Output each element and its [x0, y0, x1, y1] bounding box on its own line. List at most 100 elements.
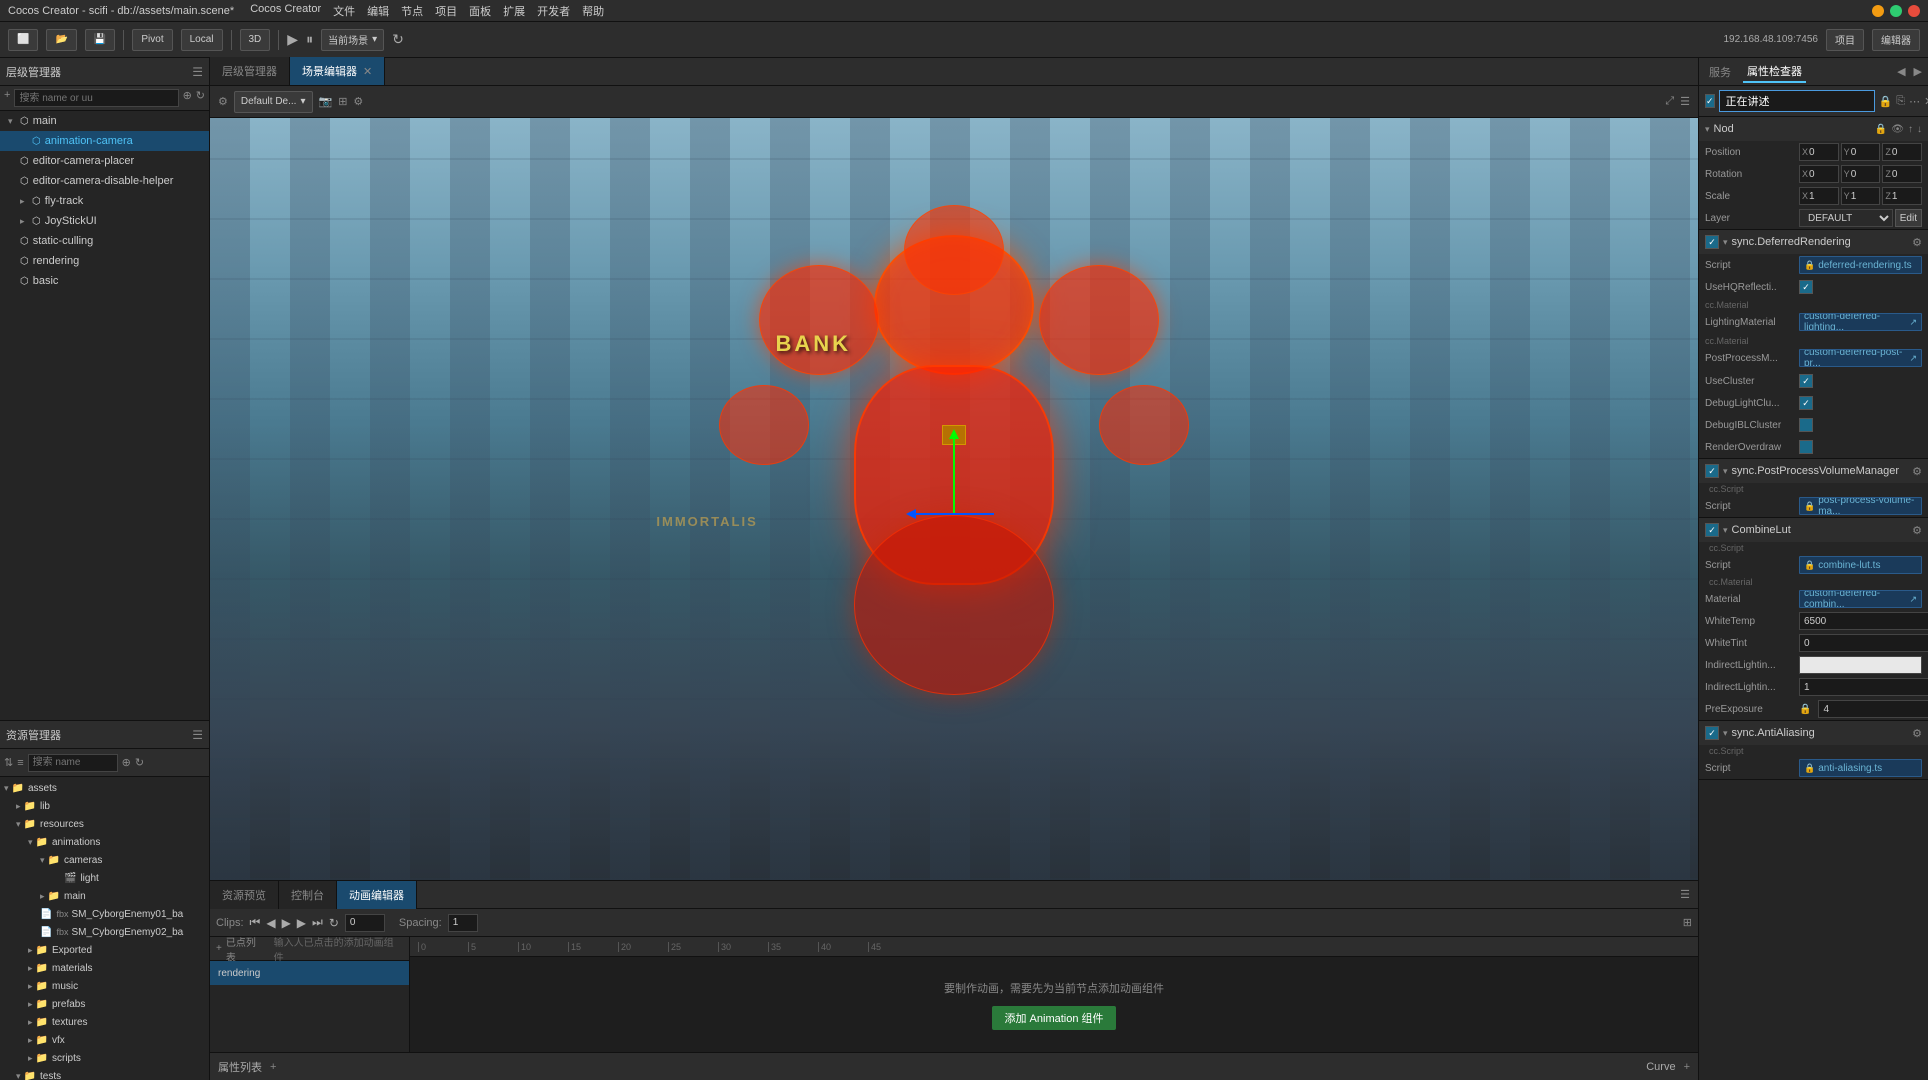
- menu-extend[interactable]: 扩展: [503, 3, 525, 19]
- menu-file[interactable]: 文件: [333, 3, 355, 19]
- rot-y-field[interactable]: Y 0: [1841, 165, 1881, 183]
- link-icon[interactable]: ↗: [1909, 317, 1917, 328]
- gizmo-icon[interactable]: ⚙: [353, 95, 363, 108]
- menu-node[interactable]: 节点: [401, 3, 423, 19]
- add-curve-icon[interactable]: +: [1684, 1061, 1690, 1073]
- maximize-button[interactable]: [1890, 5, 1902, 17]
- section-enable-checkbox[interactable]: [1705, 523, 1719, 537]
- right-arrow-icon[interactable]: ▶: [1914, 65, 1922, 78]
- y-value[interactable]: 0: [1851, 169, 1857, 180]
- use-cluster-checkbox[interactable]: [1799, 374, 1813, 388]
- section-enable-checkbox[interactable]: [1705, 726, 1719, 740]
- asset-assets[interactable]: ▾ 📁 assets: [0, 779, 209, 797]
- section-combine-header[interactable]: ▾ CombineLut ⚙: [1699, 518, 1928, 542]
- grid-icon[interactable]: ⊞: [338, 95, 347, 108]
- gear-icon[interactable]: ⚙: [1912, 727, 1922, 740]
- section-node-header[interactable]: ▾ Nod 🔒 👁 ↑ ↓: [1699, 117, 1928, 141]
- white-temp-input[interactable]: [1799, 612, 1928, 630]
- tree-node-static-culling[interactable]: ⬡ static-culling: [0, 231, 209, 251]
- panel-settings-icon[interactable]: ☰: [1680, 95, 1690, 108]
- rot-x-field[interactable]: X 0: [1799, 165, 1839, 183]
- expand-icon[interactable]: ⤢: [1665, 95, 1674, 108]
- hierarchy-refresh[interactable]: ↻: [196, 89, 205, 107]
- anim-step-forward[interactable]: ⏭: [312, 915, 323, 930]
- scale-x-field[interactable]: X 1: [1799, 187, 1839, 205]
- hierarchy-search[interactable]: [14, 89, 178, 107]
- pause-button[interactable]: ⏸: [306, 31, 313, 48]
- z-value[interactable]: 1: [1892, 191, 1898, 202]
- post-process-ref[interactable]: custom-deferred-post-pr... ↗: [1799, 349, 1922, 367]
- tree-node-rendering[interactable]: ⬡ rendering: [0, 251, 209, 271]
- asset-lib[interactable]: ▸ 📁 lib: [0, 797, 209, 815]
- asset-resources[interactable]: ▾ 📁 resources: [0, 815, 209, 833]
- layer-dropdown[interactable]: DEFAULT: [1799, 209, 1893, 227]
- open-btn[interactable]: 📂: [46, 29, 76, 51]
- tree-node-main[interactable]: ▾ ⬡ main: [0, 111, 209, 131]
- node-arrow-up[interactable]: ↑: [1908, 124, 1913, 135]
- node-enable-checkbox[interactable]: [1705, 94, 1715, 108]
- spacing-input[interactable]: [448, 914, 478, 932]
- scale-z-field[interactable]: Z 1: [1882, 187, 1922, 205]
- rot-z-field[interactable]: Z 0: [1882, 165, 1922, 183]
- local-btn[interactable]: Local: [181, 29, 223, 51]
- node-more-icon[interactable]: ⋯: [1909, 95, 1920, 108]
- hierarchy-menu-icon[interactable]: ☰: [192, 65, 203, 79]
- asset-vfx[interactable]: ▸ 📁 vfx: [0, 1031, 209, 1049]
- asset-scripts[interactable]: ▸ 📁 scripts: [0, 1049, 209, 1067]
- properties-tab[interactable]: 属性列表: [218, 1059, 262, 1075]
- section-enable-checkbox[interactable]: [1705, 235, 1719, 249]
- menu-edit[interactable]: 编辑: [367, 3, 389, 19]
- script-post-ref[interactable]: 🔒 post-process-volume-ma...: [1799, 497, 1922, 515]
- render-overdraw-checkbox[interactable]: [1799, 440, 1813, 454]
- tree-node-animation-camera[interactable]: ⬡ animation-camera: [0, 131, 209, 151]
- x-value[interactable]: 1: [1809, 191, 1815, 202]
- add-animation-btn[interactable]: 添加 Animation 组件: [992, 1006, 1115, 1030]
- assets-menu-icon[interactable]: ☰: [192, 728, 203, 742]
- asset-light[interactable]: 🎬 light: [0, 869, 209, 887]
- asset-textures[interactable]: ▸ 📁 textures: [0, 1013, 209, 1031]
- tree-node-basic[interactable]: ⬡ basic: [0, 271, 209, 291]
- scene-view[interactable]: BANK IMMORTALIS: [210, 118, 1698, 880]
- node-lock-icon[interactable]: 🔒: [1879, 95, 1893, 108]
- node-lock-sm[interactable]: 🔒: [1875, 124, 1887, 135]
- section-deferred-header[interactable]: ▾ sync.DeferredRendering ⚙: [1699, 230, 1928, 254]
- gear-icon[interactable]: ⚙: [1912, 524, 1922, 537]
- tab-services[interactable]: 服务: [1705, 62, 1735, 82]
- anim-step-back[interactable]: ⏮: [250, 915, 261, 930]
- tree-node-joystick[interactable]: ▸ ⬡ JoyStickUI: [0, 211, 209, 231]
- pos-z-field[interactable]: Z 0: [1882, 143, 1922, 161]
- menu-panel[interactable]: 面板: [469, 3, 491, 19]
- assets-zoom-in[interactable]: ⊕: [122, 756, 131, 769]
- script-aa-ref[interactable]: 🔒 anti-aliasing.ts: [1799, 759, 1922, 777]
- asset-music[interactable]: ▸ 📁 music: [0, 977, 209, 995]
- tree-node-editor-camera-disable[interactable]: ⬡ editor-camera-disable-helper: [0, 171, 209, 191]
- z-value[interactable]: 0: [1892, 169, 1898, 180]
- node-arrow-down[interactable]: ↓: [1917, 124, 1922, 135]
- pos-y-field[interactable]: Y 0: [1841, 143, 1881, 161]
- y-value[interactable]: 1: [1851, 191, 1857, 202]
- add-node-icon[interactable]: +: [4, 89, 10, 107]
- minimize-button[interactable]: [1872, 5, 1884, 17]
- settings-icon[interactable]: ⚙: [218, 95, 228, 108]
- new-btn[interactable]: ⬜: [8, 29, 38, 51]
- white-tint-input[interactable]: [1799, 634, 1928, 652]
- scale-y-field[interactable]: Y 1: [1841, 187, 1881, 205]
- anim-loop[interactable]: ↻: [329, 916, 339, 930]
- tab-animation-editor[interactable]: 动画编辑器: [337, 881, 417, 909]
- asset-sm-cyborg02[interactable]: 📄 fbx SM_CyborgEnemy02_ba: [0, 923, 209, 941]
- pre-exposure-input[interactable]: [1818, 700, 1928, 718]
- asset-exported[interactable]: ▸ 📁 Exported: [0, 941, 209, 959]
- section-enable-checkbox[interactable]: [1705, 464, 1719, 478]
- filter-icon[interactable]: ⇅: [4, 756, 13, 769]
- use-hq-checkbox[interactable]: [1799, 280, 1813, 294]
- tab-asset-preview[interactable]: 资源预览: [210, 881, 279, 909]
- assets-search[interactable]: [28, 754, 118, 772]
- tree-node-editor-camera-placer[interactable]: ⬡ editor-camera-placer: [0, 151, 209, 171]
- menu-cocos-creator[interactable]: Cocos Creator: [250, 3, 321, 19]
- script-combine-ref[interactable]: 🔒 combine-lut.ts: [1799, 556, 1922, 574]
- x-value[interactable]: 0: [1809, 169, 1815, 180]
- material-combine-ref[interactable]: custom-deferred-combin... ↗: [1799, 590, 1922, 608]
- render-mode-dropdown[interactable]: Default De... ▾: [234, 91, 313, 113]
- anim-next-frame[interactable]: ▶: [297, 916, 306, 930]
- anim-time-input[interactable]: [345, 914, 385, 932]
